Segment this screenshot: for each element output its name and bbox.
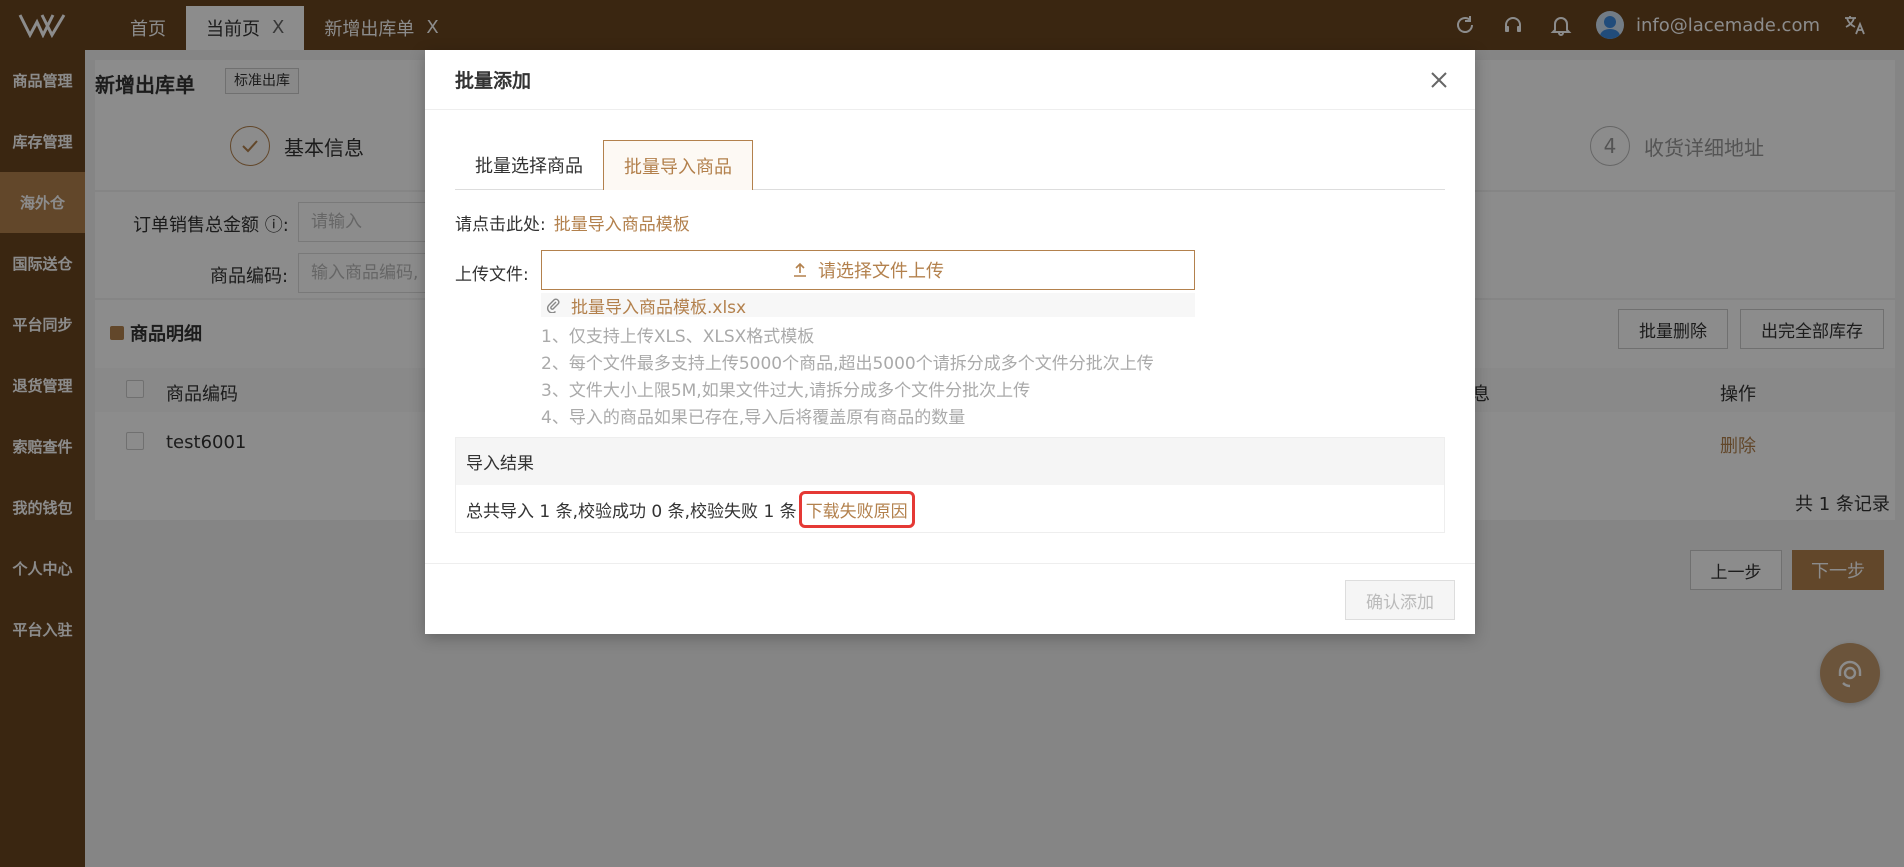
dialog-footer: 确认添加 [425, 563, 1475, 634]
paperclip-icon [546, 298, 560, 313]
import-result-summary: 总共导入 1 条,校验成功 0 条,校验失败 1 条 下载失败原因 [456, 485, 1444, 533]
download-failure-reason-link[interactable]: 下载失败原因 [798, 490, 915, 528]
note-3: 3、文件大小上限5M,如果文件过大,请拆分成多个文件分批次上传 [541, 381, 1031, 401]
template-row: 请点击此处: 批量导入商品模板 [455, 215, 690, 235]
upload-file-button[interactable]: 请选择文件上传 [541, 250, 1195, 290]
tab-batch-import[interactable]: 批量导入商品 [603, 140, 753, 190]
upload-label: 上传文件: [455, 265, 529, 285]
import-result-panel: 导入结果 总共导入 1 条,校验成功 0 条,校验失败 1 条 下载失败原因 [455, 437, 1445, 533]
template-download-link[interactable]: 批量导入商品模板 [554, 215, 690, 235]
dialog-tabs: 批量选择商品 批量导入商品 [455, 140, 1445, 190]
dialog-title: 批量添加 [425, 50, 1475, 110]
uploaded-file[interactable]: 批量导入商品模板.xlsx [541, 293, 1195, 318]
batch-add-dialog: 批量添加 批量选择商品 批量导入商品 请点击此处: 批量导入商品模板 上传文件: … [425, 50, 1475, 634]
import-result-title: 导入结果 [456, 438, 1444, 485]
close-icon[interactable] [1425, 66, 1453, 94]
note-2: 2、每个文件最多支持上传5000个商品,超出5000个请拆分成多个文件分批次上传 [541, 354, 1154, 374]
note-1: 1、仅支持上传XLS、XLSX格式模板 [541, 327, 815, 347]
upload-icon [794, 262, 806, 277]
tab-batch-select[interactable]: 批量选择商品 [455, 140, 603, 190]
confirm-add-button[interactable]: 确认添加 [1345, 580, 1455, 620]
note-4: 4、导入的商品如果已存在,导入后将覆盖原有商品的数量 [541, 408, 966, 428]
